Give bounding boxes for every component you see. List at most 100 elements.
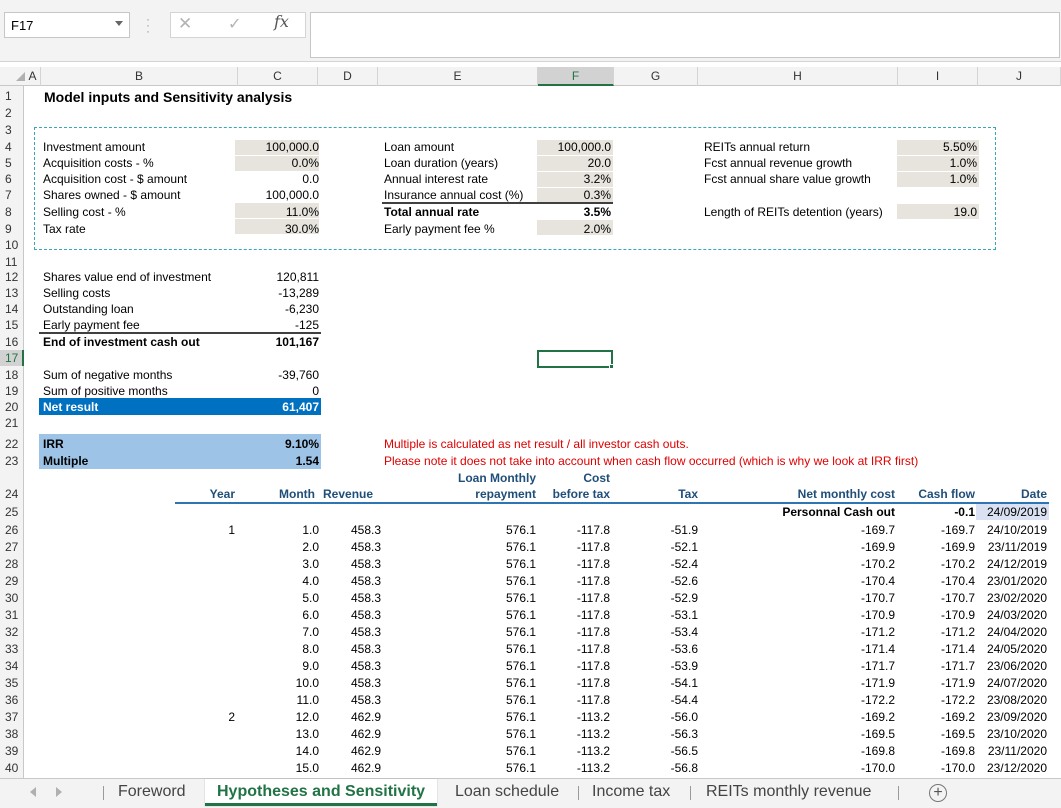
table-cell-tax[interactable]: -53.4 — [671, 625, 698, 639]
table-cell-cash-flow[interactable]: -169.8 — [941, 744, 975, 758]
enter-icon[interactable]: ✓ — [228, 14, 241, 34]
table-cell-tax[interactable]: -51.9 — [671, 523, 698, 537]
table-cell-cash-flow[interactable]: -169.7 — [941, 523, 975, 537]
table-cell-net-monthly-cost[interactable]: -171.9 — [861, 676, 895, 690]
row-header-15[interactable]: 15 — [0, 317, 24, 333]
table-cell-month[interactable]: 14.0 — [296, 744, 319, 758]
table-cell-revenue[interactable]: 462.9 — [351, 744, 381, 758]
table-cell-cost-before-tax[interactable]: -113.2 — [577, 761, 610, 775]
table-cell-revenue[interactable]: 458.3 — [351, 557, 381, 571]
tab-income-tax[interactable]: Income tax — [580, 779, 682, 806]
scroll-tabs-right-icon[interactable] — [56, 787, 62, 797]
tab-reits-monthly-revenue[interactable]: REITs monthly revenue — [694, 779, 883, 806]
table-cell-year[interactable]: 1 — [228, 523, 235, 537]
row-header-7[interactable]: 7 — [0, 187, 24, 203]
name-box[interactable]: F17 — [4, 12, 130, 38]
table-cell-loan-repayment[interactable]: 576.1 — [506, 761, 536, 775]
table-cell-net-monthly-cost[interactable]: -170.9 — [861, 608, 895, 622]
table-cell-month[interactable]: 9.0 — [302, 659, 319, 673]
column-header-j[interactable]: J — [978, 67, 1061, 86]
table-cell-cash-flow[interactable]: -171.2 — [941, 625, 975, 639]
row-header-4[interactable]: 4 — [0, 139, 24, 155]
table-cell-cash-flow[interactable]: -170.7 — [941, 591, 975, 605]
table-cell-month[interactable]: 5.0 — [302, 591, 319, 605]
table-cell-tax[interactable]: -53.6 — [671, 642, 698, 656]
table-cell-cost-before-tax[interactable]: -117.8 — [577, 625, 610, 639]
table-cell-cost-before-tax[interactable]: -113.2 — [577, 744, 610, 758]
table-cell-cash-flow[interactable]: -170.0 — [941, 761, 975, 775]
row-header-30[interactable]: 30 — [0, 590, 24, 606]
table-cell-net-monthly-cost[interactable]: -171.4 — [861, 642, 895, 656]
table-cell-revenue[interactable]: 458.3 — [351, 540, 381, 554]
reits-input-value[interactable]: 19.0 — [954, 205, 977, 219]
table-cell-date[interactable]: 23/02/2020 — [987, 591, 1047, 605]
row-header-36[interactable]: 36 — [0, 692, 24, 708]
table-cell-cash-flow[interactable]: -169.9 — [941, 540, 975, 554]
table-cell-cost-before-tax[interactable]: -117.8 — [577, 642, 610, 656]
table-cell-revenue[interactable]: 458.3 — [351, 608, 381, 622]
table-cell-loan-repayment[interactable]: 576.1 — [506, 608, 536, 622]
table-cell-net-monthly-cost[interactable]: -169.2 — [861, 710, 895, 724]
selected-cell[interactable] — [537, 350, 613, 368]
row-header-17[interactable]: 17 — [0, 350, 24, 366]
table-cell-net-monthly-cost[interactable]: -172.2 — [861, 693, 895, 707]
table-cell-loan-repayment[interactable]: 576.1 — [506, 557, 536, 571]
table-cell-tax[interactable]: -56.0 — [671, 710, 698, 724]
scroll-tabs-left-icon[interactable] — [30, 787, 36, 797]
row-header-20[interactable]: 20 — [0, 399, 24, 415]
row-header-24[interactable]: 24 — [0, 486, 24, 502]
table-cell-net-monthly-cost[interactable]: -169.7 — [861, 523, 895, 537]
table-cell-loan-repayment[interactable]: 576.1 — [506, 625, 536, 639]
table-cell-cash-flow[interactable]: -171.4 — [941, 642, 975, 656]
table-cell-month[interactable]: 2.0 — [302, 540, 319, 554]
column-header-c[interactable]: C — [238, 67, 318, 86]
row-header-11[interactable]: 11 — [0, 254, 24, 270]
table-cell-revenue[interactable]: 462.9 — [351, 761, 381, 775]
column-header-h[interactable]: H — [698, 67, 898, 86]
table-cell-loan-repayment[interactable]: 576.1 — [506, 710, 536, 724]
column-header-b[interactable]: B — [41, 67, 238, 86]
cancel-icon[interactable]: ✕ — [178, 14, 192, 34]
row-header-19[interactable]: 19 — [0, 383, 24, 399]
table-cell-cash-flow[interactable]: -170.4 — [941, 574, 975, 588]
table-cell-tax[interactable]: -52.9 — [671, 591, 698, 605]
table-cell-cash-flow[interactable]: -172.2 — [941, 693, 975, 707]
row-header-33[interactable]: 33 — [0, 641, 24, 657]
row-header-26[interactable]: 26 — [0, 522, 24, 538]
table-cell-loan-repayment[interactable]: 576.1 — [506, 540, 536, 554]
table-cell-tax[interactable]: -52.6 — [671, 574, 698, 588]
row-header-3[interactable]: 3 — [0, 122, 24, 138]
table-cell-tax[interactable]: -52.4 — [671, 557, 698, 571]
input-value[interactable]: 30.0% — [285, 222, 319, 236]
table-cell-month[interactable]: 15.0 — [296, 761, 319, 775]
table-cell-tax[interactable]: -56.3 — [671, 727, 698, 741]
table-cell-cash-flow[interactable]: -170.9 — [941, 608, 975, 622]
table-cell-month[interactable]: 12.0 — [296, 710, 319, 724]
table-cell-cost-before-tax[interactable]: -117.8 — [577, 608, 610, 622]
table-cell-date[interactable]: 24/03/2020 — [987, 608, 1047, 622]
table-cell-month[interactable]: 7.0 — [302, 625, 319, 639]
row-header-18[interactable]: 18 — [0, 367, 24, 383]
loan-input-value[interactable]: 0.3% — [584, 188, 611, 202]
row-header-29[interactable]: 29 — [0, 573, 24, 589]
table-cell-date[interactable]: 23/09/2020 — [987, 710, 1047, 724]
table-cell-cost-before-tax[interactable]: -117.8 — [577, 540, 610, 554]
table-cell-month[interactable]: 8.0 — [302, 642, 319, 656]
table-cell-date[interactable]: 23/11/2020 — [988, 744, 1047, 758]
row-header-21[interactable]: 21 — [0, 415, 24, 431]
table-cell-month[interactable]: 10.0 — [296, 676, 319, 690]
row-header-25[interactable]: 25 — [0, 504, 24, 520]
table-cell-cash-flow[interactable]: -169.5 — [941, 727, 975, 741]
reits-input-value[interactable]: 1.0% — [950, 172, 977, 186]
table-cell-loan-repayment[interactable]: 576.1 — [506, 574, 536, 588]
table-cell-cost-before-tax[interactable]: -117.8 — [577, 557, 610, 571]
reits-input-value[interactable]: 5.50% — [943, 140, 977, 154]
row-header-38[interactable]: 38 — [0, 726, 24, 742]
row-header-8[interactable]: 8 — [0, 204, 24, 220]
table-cell-cash-flow[interactable]: -171.7 — [941, 659, 975, 673]
table-cell-month[interactable]: 6.0 — [302, 608, 319, 622]
column-header-d[interactable]: D — [318, 67, 378, 86]
table-cell-cost-before-tax[interactable]: -117.8 — [577, 574, 610, 588]
tab-foreword[interactable]: Foreword — [106, 779, 198, 806]
row-header-14[interactable]: 14 — [0, 301, 24, 317]
